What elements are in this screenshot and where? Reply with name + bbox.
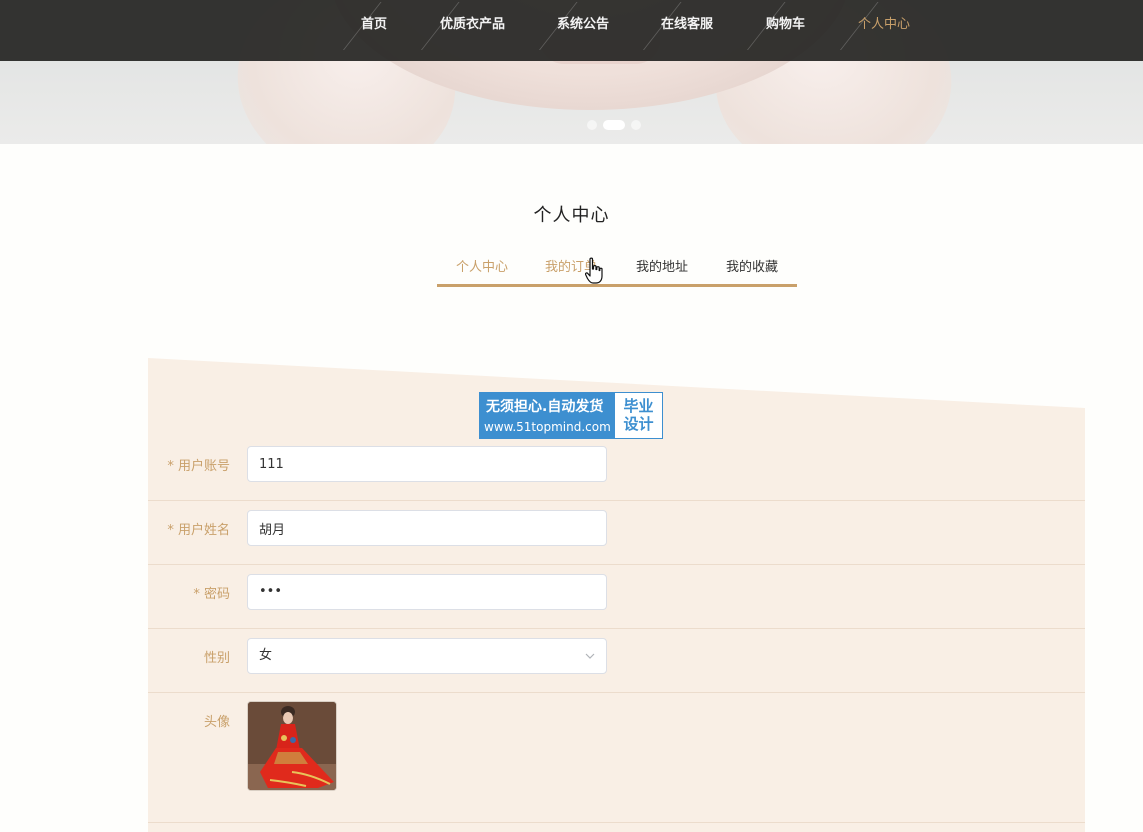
account-input[interactable]	[247, 446, 607, 482]
nav-item-cart[interactable]: 购物车	[766, 0, 805, 50]
gender-label: 性别	[203, 651, 230, 666]
watermark-title: 无须担心.自动发货	[486, 399, 604, 415]
watermark-label-line-1: 毕业	[623, 397, 654, 415]
top-navigation: 首页 优质衣产品 系统公告 在线客服 购物车 个人中心	[0, 0, 1143, 61]
nav-item-products[interactable]: 优质衣产品	[440, 0, 505, 50]
name-input[interactable]	[247, 510, 607, 546]
avatar-image[interactable]	[247, 701, 337, 791]
form-row-divider	[148, 500, 1085, 501]
form-row-divider	[148, 564, 1085, 565]
nav-item-announcements[interactable]: 系统公告	[557, 0, 609, 50]
avatar-photo-bride	[248, 702, 336, 790]
chevron-down-icon	[585, 653, 595, 659]
nav-item-customer-service[interactable]: 在线客服	[661, 0, 713, 50]
tab-my-addresses[interactable]: 我的地址	[636, 256, 688, 275]
form-row-divider	[148, 692, 1085, 693]
tab-underline	[437, 284, 797, 287]
carousel-indicators	[587, 119, 641, 131]
watermark-badge: 无须担心.自动发货 www.51topmind.com 毕业 设计	[479, 392, 663, 439]
tab-profile[interactable]: 个人中心	[456, 256, 508, 275]
password-label: * 密码	[193, 587, 230, 602]
watermark-label: 毕业 设计	[615, 393, 662, 438]
avatar-label: 头像	[203, 715, 230, 730]
hand-pointer-cursor-icon	[585, 257, 603, 284]
form-row-divider	[148, 822, 1085, 823]
password-input[interactable]: •••	[247, 574, 607, 610]
name-label: * 用户姓名	[167, 523, 230, 538]
watermark-label-line-2: 设计	[623, 415, 654, 433]
watermark-url: www.51topmind.com	[484, 420, 611, 434]
profile-tabs: 个人中心 我的订单 我的地址 我的收藏	[437, 250, 797, 287]
carousel-dot-2[interactable]	[603, 120, 625, 130]
carousel-dot-1[interactable]	[587, 120, 597, 130]
form-row-divider	[148, 628, 1085, 629]
nav-item-profile[interactable]: 个人中心	[858, 0, 910, 50]
gender-select[interactable]: 女	[247, 638, 607, 674]
nav-item-home[interactable]: 首页	[361, 0, 387, 50]
carousel-dot-3[interactable]	[631, 120, 641, 130]
page-title: 个人中心	[533, 205, 610, 226]
watermark-text-block: 无须担心.自动发货 www.51topmind.com	[480, 393, 615, 438]
tab-my-favorites[interactable]: 我的收藏	[726, 256, 778, 275]
account-label: * 用户账号	[167, 459, 230, 474]
